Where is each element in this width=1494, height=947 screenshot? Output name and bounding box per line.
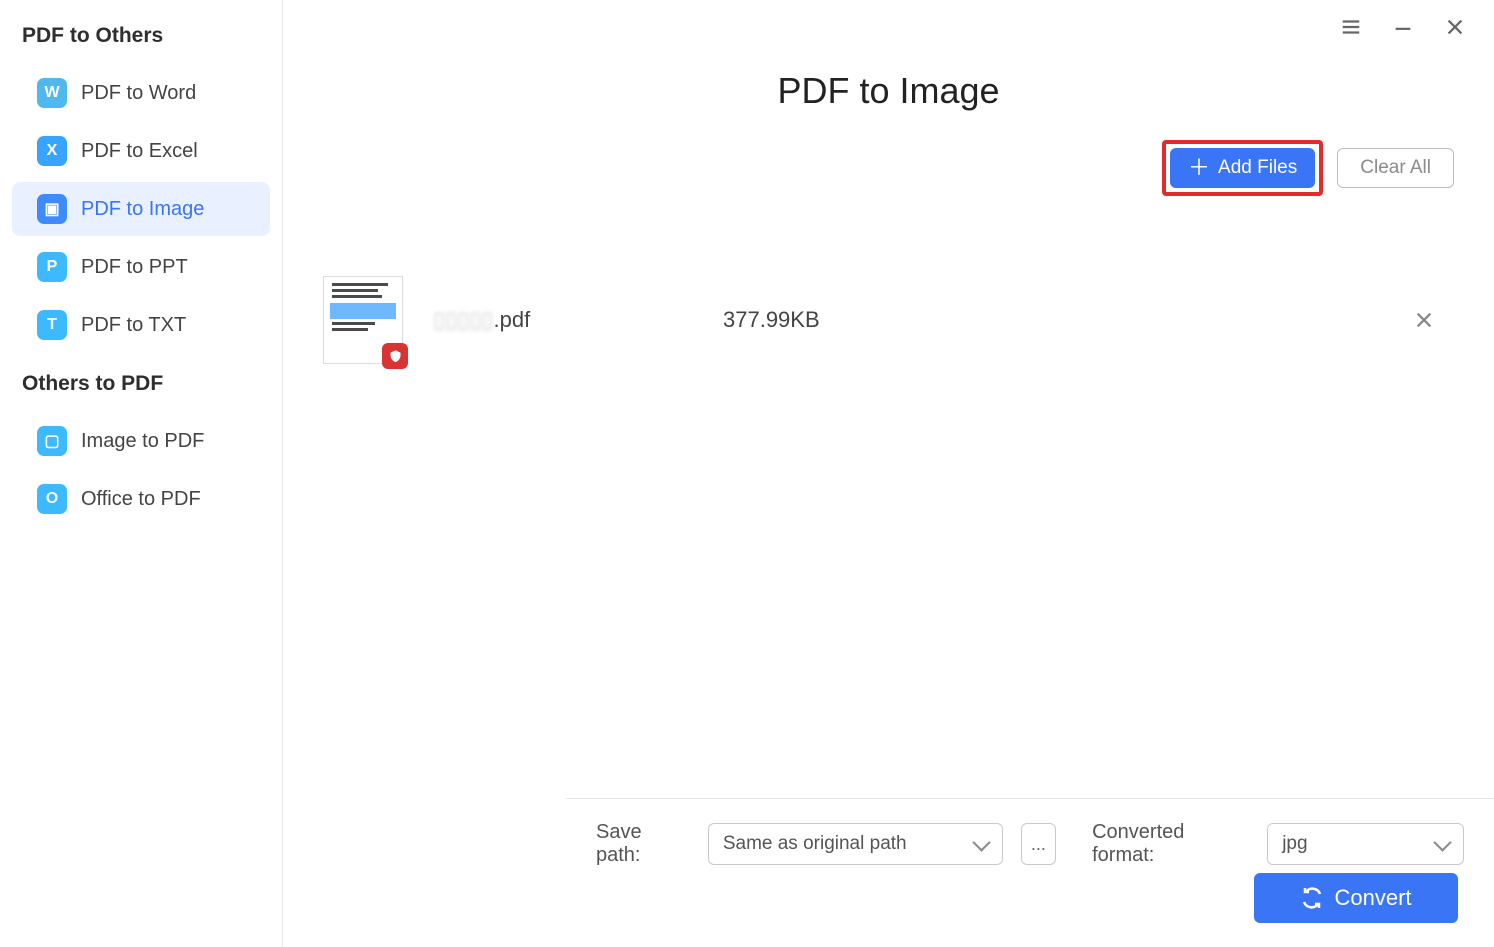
add-files-highlight: ＋ Add Files xyxy=(1162,140,1323,196)
plus-icon: ＋ xyxy=(1188,157,1210,179)
office-icon: O xyxy=(37,484,67,514)
sidebar: PDF to Others W PDF to Word X PDF to Exc… xyxy=(0,0,283,947)
file-size: 377.99KB xyxy=(723,307,923,333)
file-row: ▯▯▯▯▯.pdf 377.99KB xyxy=(313,272,1464,368)
bottom-bar: Save path: Same as original path ... Con… xyxy=(566,798,1494,867)
word-icon: W xyxy=(37,78,67,108)
add-files-button[interactable]: ＋ Add Files xyxy=(1170,148,1315,188)
file-name: ▯▯▯▯▯.pdf xyxy=(433,307,693,333)
file-thumbnail xyxy=(323,276,403,364)
chevron-down-icon xyxy=(1433,833,1451,851)
sidebar-item-pdf-to-image[interactable]: ▣ PDF to Image xyxy=(12,182,270,236)
convert-icon xyxy=(1300,886,1324,910)
sidebar-item-pdf-to-ppt[interactable]: P PDF to PPT xyxy=(12,240,270,294)
sidebar-item-pdf-to-txt[interactable]: T PDF to TXT xyxy=(12,298,270,352)
section-pdf-to-others: PDF to Others xyxy=(0,8,282,62)
chevron-down-icon xyxy=(972,833,990,851)
format-value: jpg xyxy=(1282,833,1307,855)
clear-all-label: Clear All xyxy=(1360,157,1431,178)
convert-button[interactable]: Convert xyxy=(1254,873,1458,923)
browse-button[interactable]: ... xyxy=(1021,823,1056,865)
sidebar-item-image-to-pdf[interactable]: ▢ Image to PDF xyxy=(12,414,270,468)
page-title: PDF to Image xyxy=(283,70,1494,112)
file-name-blurred: ▯▯▯▯▯ xyxy=(433,307,494,332)
remove-file-button[interactable] xyxy=(1410,306,1438,334)
sidebar-item-label: PDF to Image xyxy=(81,198,204,221)
convert-label: Convert xyxy=(1334,885,1411,911)
save-path-select[interactable]: Same as original path xyxy=(708,823,1003,865)
ppt-icon: P xyxy=(37,252,67,282)
image-file-icon: ▢ xyxy=(37,426,67,456)
close-icon[interactable] xyxy=(1444,16,1466,38)
excel-icon: X xyxy=(37,136,67,166)
sidebar-item-label: Image to PDF xyxy=(81,430,204,453)
window-controls xyxy=(1312,0,1494,54)
sidebar-item-office-to-pdf[interactable]: O Office to PDF xyxy=(12,472,270,526)
add-files-label: Add Files xyxy=(1218,157,1297,179)
txt-icon: T xyxy=(37,310,67,340)
sidebar-item-label: Office to PDF xyxy=(81,488,201,511)
image-icon: ▣ xyxy=(37,194,67,224)
clear-all-button[interactable]: Clear All xyxy=(1337,148,1454,188)
section-others-to-pdf: Others to PDF xyxy=(0,356,282,410)
format-select[interactable]: jpg xyxy=(1267,823,1464,865)
sidebar-item-label: PDF to PPT xyxy=(81,256,188,279)
minimize-icon[interactable] xyxy=(1392,16,1414,38)
main-panel: PDF to Image ＋ Add Files Clear All xyxy=(283,0,1494,947)
sidebar-item-label: PDF to TXT xyxy=(81,314,186,337)
sidebar-item-label: PDF to Excel xyxy=(81,140,198,163)
ellipsis-icon: ... xyxy=(1031,834,1046,855)
save-path-label: Save path: xyxy=(596,821,690,867)
sidebar-item-pdf-to-excel[interactable]: X PDF to Excel xyxy=(12,124,270,178)
action-bar: ＋ Add Files Clear All xyxy=(1162,140,1454,196)
hamburger-icon[interactable] xyxy=(1340,16,1362,38)
file-list: ▯▯▯▯▯.pdf 377.99KB xyxy=(283,272,1494,368)
file-name-ext: .pdf xyxy=(494,307,531,332)
sidebar-item-pdf-to-word[interactable]: W PDF to Word xyxy=(12,66,270,120)
pdf-badge-icon xyxy=(382,343,408,369)
format-label: Converted format: xyxy=(1092,821,1249,867)
sidebar-item-label: PDF to Word xyxy=(81,82,196,105)
save-path-value: Same as original path xyxy=(723,833,907,855)
